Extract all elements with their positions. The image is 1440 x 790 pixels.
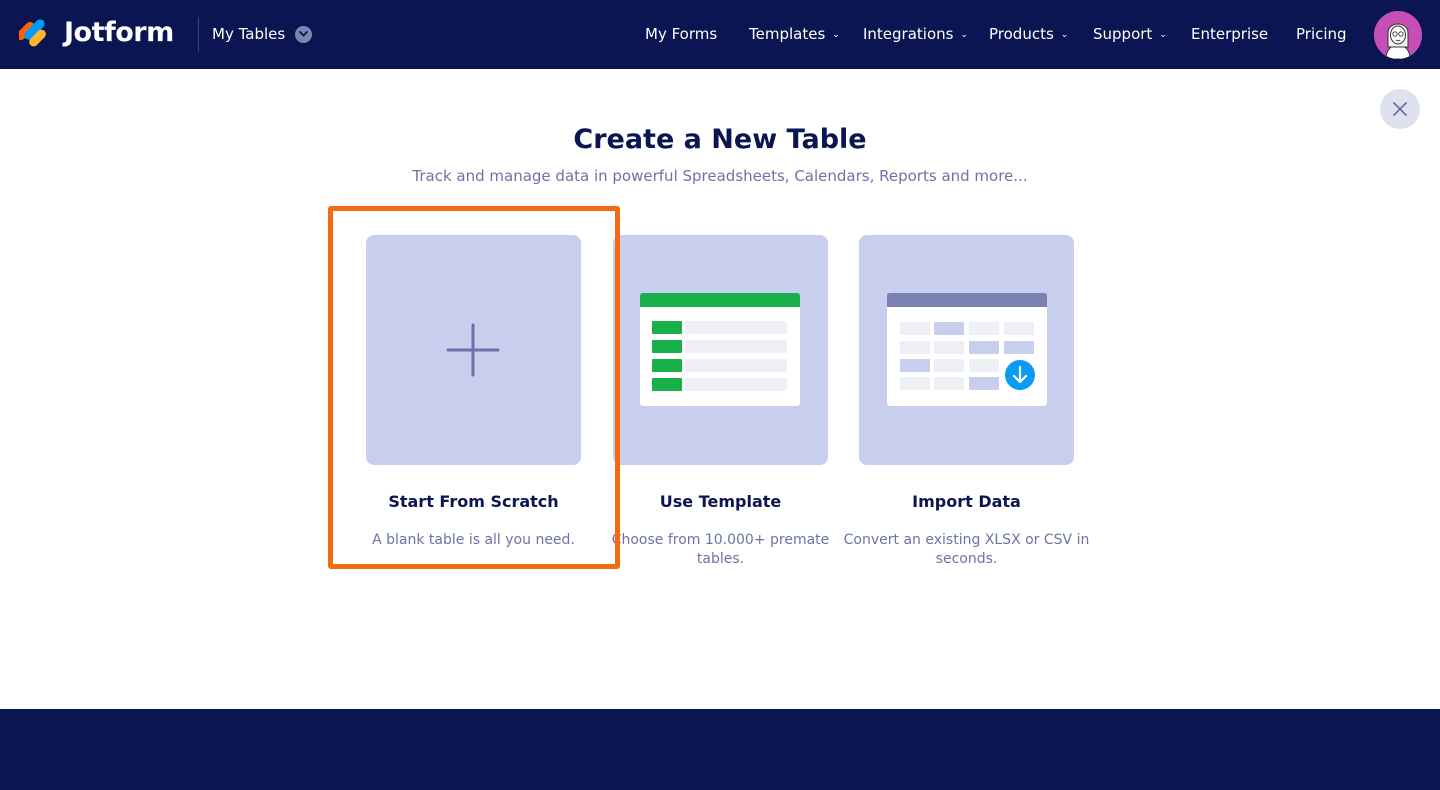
nav-label: Support — [1093, 25, 1153, 43]
card-description: A blank table is all you need. — [372, 532, 575, 548]
card-thumbnail — [613, 235, 828, 465]
header-divider — [198, 17, 199, 52]
product-switcher-dropdown[interactable]: My Tables — [212, 23, 313, 45]
footer-band — [0, 709, 1440, 790]
card-title: Import Data — [912, 492, 1021, 511]
jotform-logo[interactable]: Jotform — [19, 16, 174, 50]
brand-name: Jotform — [64, 17, 174, 48]
card-description: Choose from 10.000+ premate tables. — [611, 532, 830, 567]
template-table-icon — [640, 293, 800, 406]
top-navigation-bar: Jotform My Tables My Forms Templates ⌄ I… — [0, 0, 1440, 69]
start-from-scratch-card[interactable]: Start From Scratch A blank table is all … — [366, 235, 581, 548]
plus-icon — [446, 323, 500, 377]
nav-my-forms[interactable]: My Forms — [645, 23, 717, 45]
nav-products[interactable]: Products ⌄ — [989, 23, 1068, 45]
jotform-logo-icon — [19, 19, 46, 49]
chevron-down-icon: ⌄ — [1159, 30, 1167, 40]
page-subtitle: Track and manage data in powerful Spread… — [412, 167, 1028, 185]
nav-pricing[interactable]: Pricing — [1296, 23, 1347, 45]
nav-label: Templates — [749, 25, 826, 43]
avatar-illustration-icon — [1374, 11, 1422, 59]
nav-label: Enterprise — [1191, 25, 1269, 43]
product-switcher-label: My Tables — [212, 25, 286, 43]
card-thumbnail — [859, 235, 1074, 465]
nav-integrations[interactable]: Integrations ⌄ — [863, 23, 968, 45]
user-avatar[interactable] — [1374, 11, 1422, 59]
nav-label: My Forms — [645, 25, 718, 43]
nav-enterprise[interactable]: Enterprise — [1191, 23, 1268, 45]
nav-support[interactable]: Support ⌄ — [1093, 23, 1167, 45]
nav-label: Integrations — [863, 25, 954, 43]
chevron-down-icon: ⌄ — [960, 30, 969, 40]
page-title: Create a New Table — [573, 124, 867, 155]
import-data-card[interactable]: Import Data Convert an existing XLSX or … — [844, 235, 1089, 567]
use-template-card[interactable]: Use Template Choose from 10.000+ premate… — [612, 235, 829, 567]
chevron-down-icon — [295, 25, 313, 43]
nav-templates[interactable]: Templates ⌄ — [749, 23, 840, 45]
chevron-down-icon: ⌄ — [1060, 30, 1069, 40]
card-thumbnail — [366, 235, 581, 465]
nav-label: Products — [989, 25, 1054, 43]
close-icon — [1393, 102, 1407, 116]
import-table-icon — [887, 293, 1047, 406]
card-title: Start From Scratch — [388, 492, 559, 511]
card-title: Use Template — [659, 492, 782, 511]
chevron-down-icon: ⌄ — [832, 30, 840, 40]
card-description: Convert an existing XLSX or CSV in secon… — [843, 532, 1090, 567]
nav-label: Pricing — [1296, 25, 1347, 43]
